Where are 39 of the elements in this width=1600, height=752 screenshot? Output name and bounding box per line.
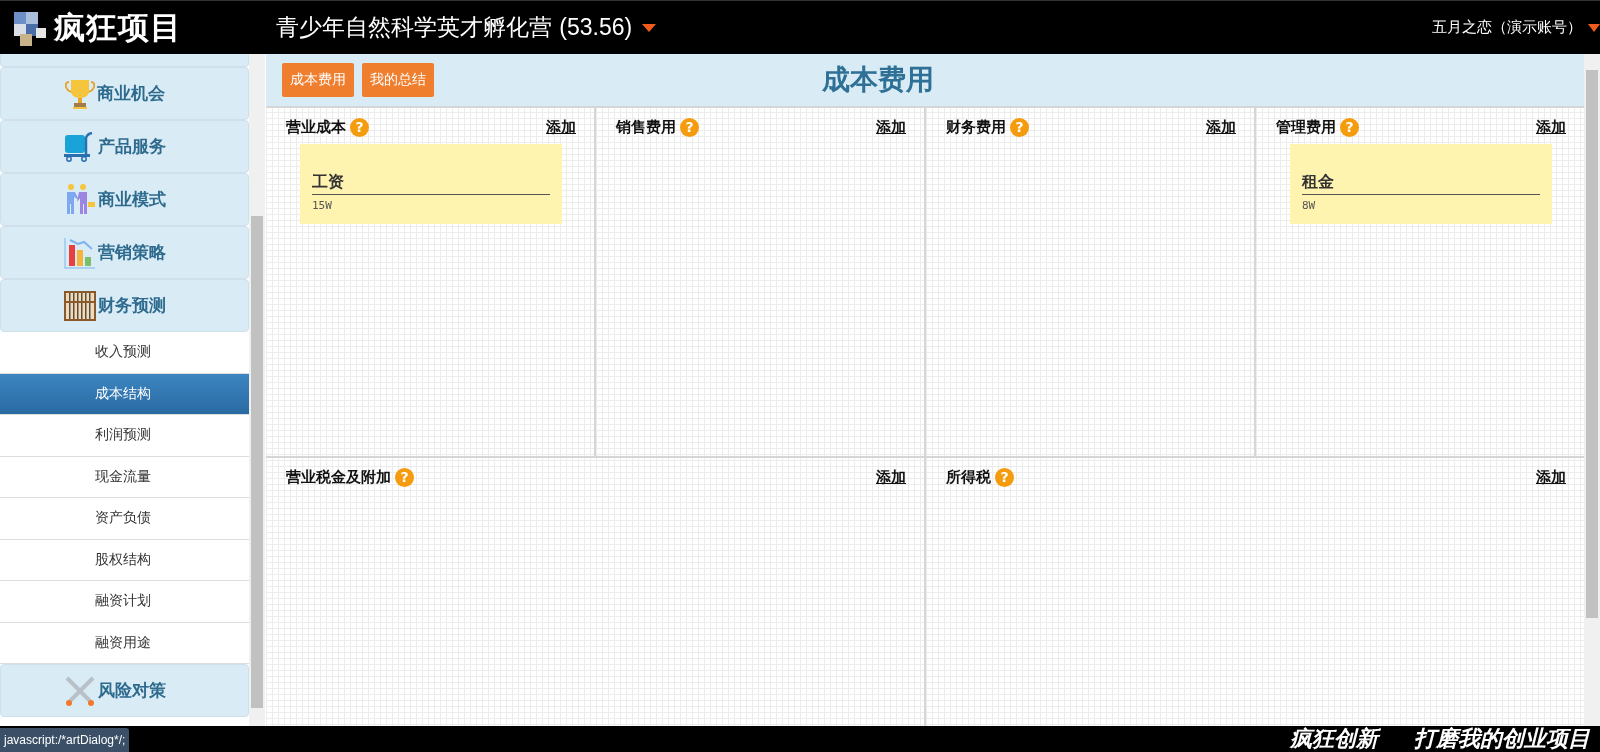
add-link[interactable]: 添加 — [876, 467, 906, 487]
slogan-text: 打磨我的创业项目 — [1414, 725, 1590, 752]
sticky-note[interactable]: 工资 15W — [300, 144, 562, 224]
trophy-icon — [64, 77, 95, 110]
panel-title: 管理费用 — [1276, 117, 1336, 137]
scrollbar[interactable] — [1584, 54, 1600, 726]
note-title: 工资 — [312, 172, 550, 195]
add-link[interactable]: 添加 — [1536, 117, 1566, 137]
add-link[interactable]: 添加 — [1206, 117, 1236, 137]
note-title: 租金 — [1302, 172, 1540, 195]
sidebar-group[interactable]: 商业机会 — [0, 67, 249, 120]
page-title: 成本费用 — [822, 62, 934, 98]
bar-chart-icon — [63, 236, 96, 269]
panel-title: 所得税 — [946, 467, 991, 487]
panel-title: 销售费用 — [616, 117, 676, 137]
caret-icon[interactable] — [642, 23, 657, 32]
sidebar-group[interactable]: 风险对策 — [0, 664, 249, 717]
sidebar-group[interactable]: 商业模式 — [0, 173, 249, 226]
panel-title: 财务费用 — [946, 117, 1006, 137]
user-menu[interactable]: 五月之恋（演示账号） — [1432, 18, 1582, 37]
abacus-icon — [63, 290, 96, 321]
note-amount: 15W — [312, 199, 333, 212]
sidebar-group[interactable]: 营销策略 — [0, 226, 249, 279]
sidebar-item[interactable]: 成本结构 — [0, 373, 249, 415]
crossed-swords-icon — [63, 674, 96, 707]
logo-text: 疯狂项目 — [54, 7, 182, 47]
add-link[interactable]: 添加 — [876, 117, 906, 137]
sticky-note[interactable]: 租金 8W — [1290, 144, 1552, 224]
scrollbar[interactable] — [249, 54, 265, 726]
add-link[interactable]: 添加 — [1536, 467, 1566, 487]
panel-title: 营业成本 — [286, 117, 346, 137]
sidebar-group[interactable]: 产品服务 — [0, 120, 249, 173]
panel-title: 营业税金及附加 — [286, 467, 391, 487]
add-link[interactable]: 添加 — [546, 117, 576, 137]
project-selector[interactable]: 青少年自然科学英才孵化营 (53.56) — [276, 12, 633, 43]
caret-icon[interactable] — [1588, 23, 1600, 32]
sidebar-group[interactable]: 财务预测 — [0, 279, 249, 332]
note-amount: 8W — [1302, 199, 1317, 212]
status-link-text: javascript:/*artDialog*/; — [0, 728, 130, 752]
